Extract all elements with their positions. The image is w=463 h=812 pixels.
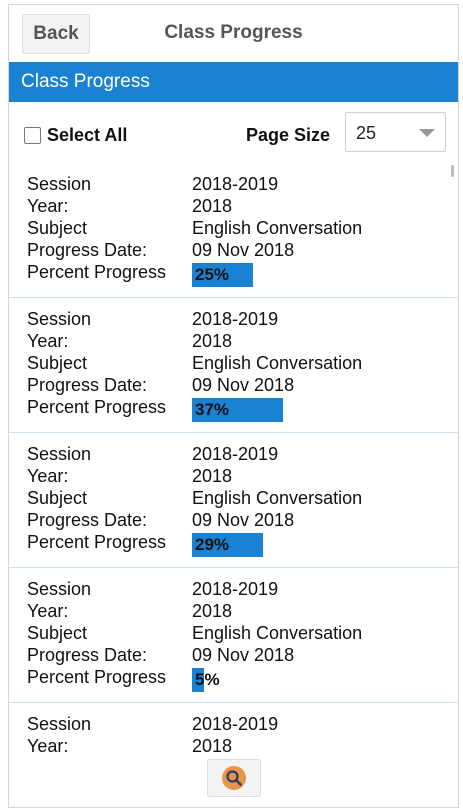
field-label: Progress Date: bbox=[27, 240, 148, 260]
section-header: Class Progress bbox=[9, 62, 458, 102]
field-value: 2018 bbox=[192, 331, 233, 351]
search-icon bbox=[222, 766, 246, 790]
progress-percent-label: 29% bbox=[195, 535, 230, 554]
field-label: Percent Progress bbox=[27, 262, 167, 282]
field-value: 2018-2019 bbox=[192, 444, 279, 464]
field-value: 2018-2019 bbox=[192, 174, 279, 194]
page-title: Class Progress bbox=[164, 22, 303, 43]
top-bar: Back Class Progress bbox=[9, 5, 458, 61]
field-value: English Conversation bbox=[192, 218, 363, 238]
field-label: Year: bbox=[27, 601, 69, 621]
field-label: Year: bbox=[27, 736, 69, 756]
field-label: Percent Progress bbox=[27, 532, 167, 552]
field-value: English Conversation bbox=[192, 488, 363, 508]
app-frame: Back Class Progress Class Progress Selec… bbox=[8, 4, 459, 808]
page-size-value: 25 bbox=[356, 123, 377, 143]
field-value: 2018-2019 bbox=[192, 579, 279, 599]
field-value: 09 Nov 2018 bbox=[192, 645, 295, 665]
field-label: Session bbox=[27, 309, 92, 329]
chevron-down-icon bbox=[419, 129, 435, 137]
field-value: English Conversation bbox=[192, 623, 363, 643]
progress-percent-label: 37% bbox=[195, 400, 230, 419]
field-value: 2018-2019 bbox=[192, 309, 279, 329]
field-label: Percent Progress bbox=[27, 397, 167, 417]
field-label: Year: bbox=[27, 466, 69, 486]
field-label: Session bbox=[27, 714, 92, 734]
page-size-select[interactable]: 25 bbox=[345, 112, 446, 152]
field-label: Year: bbox=[27, 331, 69, 351]
field-value: 09 Nov 2018 bbox=[192, 375, 295, 395]
field-label: Subject bbox=[27, 353, 88, 373]
field-value: 2018 bbox=[192, 196, 233, 216]
list-controls: Select All Page Size 25 bbox=[9, 110, 458, 156]
field-value: 2018-2019 bbox=[192, 714, 279, 734]
checkbox-box[interactable] bbox=[24, 127, 41, 144]
field-label: Subject bbox=[27, 623, 88, 643]
field-label: Session bbox=[27, 579, 92, 599]
field-label: Subject bbox=[27, 218, 88, 238]
search-button[interactable] bbox=[207, 759, 261, 797]
field-value: English Conversation bbox=[192, 353, 363, 373]
field-label: Session bbox=[27, 444, 92, 464]
field-label: Year: bbox=[27, 196, 69, 216]
field-value: 09 Nov 2018 bbox=[192, 510, 295, 530]
field-label: Progress Date: bbox=[27, 375, 148, 395]
list-item[interactable]: Session 2018-2019 Year: 2018 Subject English … bbox=[9, 433, 458, 568]
field-value: 2018 bbox=[192, 601, 233, 621]
field-label: Progress Date: bbox=[27, 645, 148, 665]
field-value: 2018 bbox=[192, 466, 233, 486]
list-item[interactable]: Session 2018-2019 Year: 2018 bbox=[9, 703, 458, 758]
section-header-title: Class Progress bbox=[21, 71, 150, 92]
select-all-label: Select All bbox=[47, 125, 128, 145]
list-item[interactable]: Session 2018-2019 Year: 2018 Subject English … bbox=[9, 163, 458, 298]
list-item[interactable]: Session 2018-2019 Year: 2018 Subject English … bbox=[9, 298, 458, 433]
list-item[interactable]: Session 2018-2019 Year: 2018 Subject English … bbox=[9, 568, 458, 703]
progress-list: Session 2018-2019 Year: 2018 Subject English … bbox=[9, 163, 458, 758]
select-all-checkbox[interactable]: Select All bbox=[24, 125, 127, 146]
progress-percent-label: 25% bbox=[195, 265, 230, 284]
progress-percent-label: 5% bbox=[195, 670, 220, 689]
field-label: Progress Date: bbox=[27, 510, 148, 530]
field-value: 09 Nov 2018 bbox=[192, 240, 295, 260]
field-label: Session bbox=[27, 174, 92, 194]
field-label: Percent Progress bbox=[27, 667, 167, 687]
scrollbar[interactable] bbox=[451, 165, 454, 177]
field-label: Subject bbox=[27, 488, 88, 508]
field-value: 2018 bbox=[192, 736, 233, 756]
page-size-label: Page Size bbox=[246, 125, 331, 145]
